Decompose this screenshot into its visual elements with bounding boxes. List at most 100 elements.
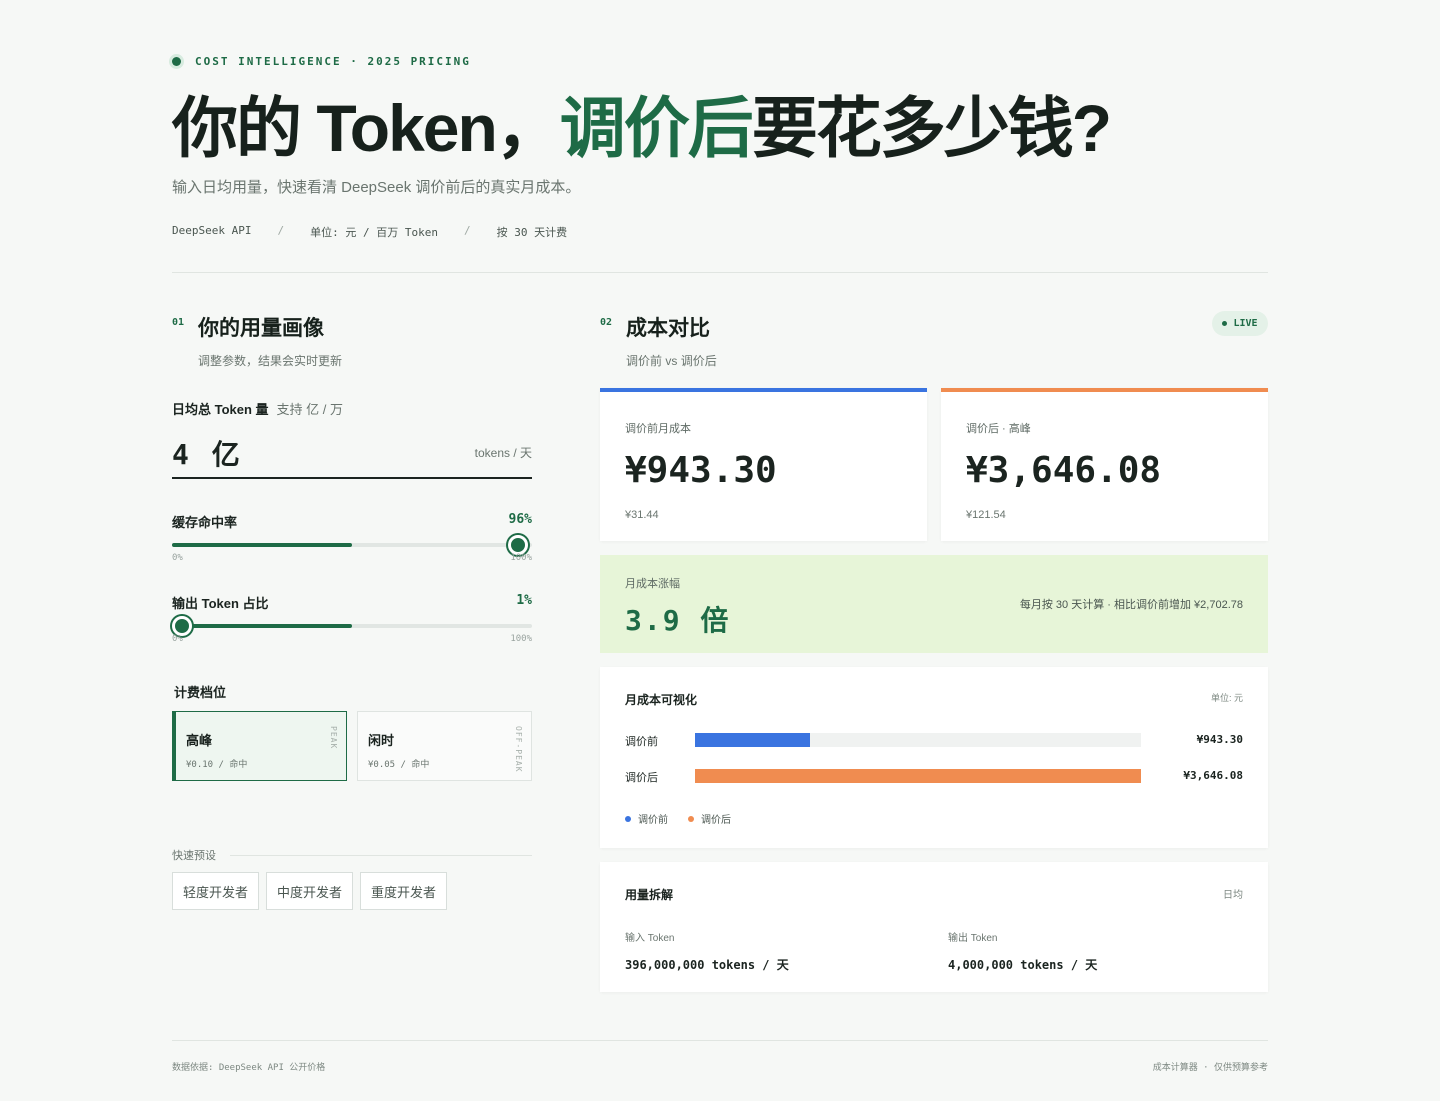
cache-hit-value: 96%: [508, 512, 532, 527]
title-part-end: 要花多少钱?: [751, 91, 1112, 165]
tier-price: ¥0.10 / 命中: [186, 760, 248, 770]
usage-output: 输出 Token 4,000,000 tokens / 天: [948, 929, 1097, 973]
preset-group: 轻度开发者 中度开发者 重度开发者: [172, 872, 448, 910]
meta-provider: DeepSeek API: [172, 224, 252, 237]
cost-after-card: 调价后 · 高峰 ¥3,646.08 ¥121.54: [941, 388, 1268, 541]
scale-min: 0%: [172, 553, 183, 563]
cache-hit-handle[interactable]: [507, 535, 528, 555]
tier-tag: PEAK: [329, 726, 338, 750]
cost-before-value: ¥943.30: [625, 450, 777, 491]
bar-value-label: ¥943.30: [1196, 733, 1243, 746]
output-ratio-scale: 0% 100%: [172, 634, 532, 644]
legend-item-after: 调价后: [688, 811, 731, 826]
section-number: 02: [600, 317, 613, 328]
chart-legend: 调价前 调价后: [625, 811, 731, 826]
daily-token-value: 4 亿: [172, 437, 243, 471]
output-ratio-fill: [172, 624, 352, 628]
cost-before-daily: ¥31.44: [625, 509, 659, 521]
page-subtitle: 输入日均用量，快速看清 DeepSeek 调价前后的真实月成本。: [172, 179, 581, 196]
tier-label: 计费档位: [174, 685, 227, 700]
cost-before-label: 调价前月成本: [625, 423, 691, 435]
tier-name: 高峰: [186, 733, 213, 748]
chart-row-before: 调价前 ¥943.30: [625, 733, 1243, 748]
bar-after: [695, 769, 1141, 783]
preset-label: 快速预设: [172, 850, 216, 862]
cache-hit-scale: 0% 100%: [172, 553, 532, 563]
usage-output-value: 4,000,000 tokens / 天: [948, 958, 1098, 972]
tier-price: ¥0.05 / 命中: [368, 760, 430, 770]
output-ratio-slider[interactable]: [172, 616, 532, 636]
daily-token-label-text: 日均总 Token 量: [172, 402, 269, 417]
meta-separator: /: [463, 224, 471, 237]
title-highlight: 调价后: [555, 88, 754, 171]
status-dot-icon: [172, 57, 181, 66]
bar-track: [695, 769, 1141, 783]
daily-token-hint: 支持 亿 / 万: [276, 402, 343, 417]
multiplier-note: 每月按 30 天计算 · 相比调价前增加 ¥2,702.78: [1019, 599, 1243, 611]
bar-label: 调价后: [625, 772, 658, 784]
tier-peak-option[interactable]: 高峰 ¥0.10 / 命中 PEAK: [172, 711, 347, 781]
live-label: LIVE: [1233, 318, 1258, 329]
live-badge: LIVE: [1212, 311, 1268, 336]
usage-input-label: 输入 Token: [625, 933, 675, 944]
scale-max: 100%: [510, 553, 532, 563]
preset-medium-button[interactable]: 中度开发者: [266, 872, 354, 910]
legend-label: 调价后: [701, 815, 731, 826]
usage-breakdown-card: 用量拆解 日均 输入 Token 396,000,000 tokens / 天 …: [600, 862, 1268, 992]
output-ratio-row: 输出 Token 占比 1%: [172, 593, 532, 612]
page: COST INTELLIGENCE · 2025 PRICING 你的 Toke…: [172, 0, 1268, 1101]
tier-tag: OFF-PEAK: [514, 726, 523, 773]
chart-title: 月成本可视化: [625, 693, 698, 707]
divider: [172, 272, 1268, 273]
output-ratio-value: 1%: [516, 593, 532, 608]
preset-header: 快速预设: [172, 847, 532, 863]
cache-hit-fill: [172, 543, 352, 547]
scale-min: 0%: [172, 634, 183, 644]
meta-unit: 单位: 元 / 百万 Token: [310, 226, 438, 239]
daily-token-label: 日均总 Token 量支持 亿 / 万: [172, 399, 343, 418]
cache-hit-slider[interactable]: [172, 535, 532, 555]
daily-token-unit: tokens / 天: [474, 446, 532, 460]
scale-max: 100%: [510, 634, 532, 644]
usage-input: 输入 Token 396,000,000 tokens / 天: [625, 929, 789, 973]
meta-separator: /: [277, 224, 285, 237]
cost-chart-card: 月成本可视化 单位: 元 调价前 ¥943.30 调价后 ¥3,646.08 调…: [600, 667, 1268, 848]
output-ratio-handle[interactable]: [172, 616, 192, 636]
tier-offpeak-option[interactable]: 闲时 ¥0.05 / 命中 OFF-PEAK: [357, 711, 532, 781]
legend-label: 调价前: [638, 815, 668, 826]
usage-input-value: 396,000,000 tokens / 天: [625, 958, 789, 972]
footer-note: 成本计算器 · 仅供预算参考: [1152, 1063, 1268, 1073]
title-part: 你的 Token，: [172, 91, 562, 165]
bar-label: 调价前: [625, 736, 658, 748]
section-title: 成本对比: [626, 317, 711, 340]
usage-unit: 日均: [1223, 890, 1243, 901]
multiplier-banner: 月成本涨幅 3.9 倍 每月按 30 天计算 · 相比调价前增加 ¥2,702.…: [600, 555, 1268, 653]
live-dot-icon: [1222, 321, 1228, 326]
usage-title: 用量拆解: [625, 888, 674, 902]
bar-before: [695, 733, 811, 747]
legend-swatch: [688, 815, 694, 822]
preset-heavy-button[interactable]: 重度开发者: [360, 872, 448, 910]
preset-light-button[interactable]: 轻度开发者: [172, 872, 260, 910]
usage-section-header: 01 你的用量画像 调整参数，结果会实时更新: [172, 312, 342, 369]
footer-divider: [172, 1040, 1268, 1041]
output-ratio-label: 输出 Token 占比: [172, 596, 269, 611]
legend-swatch: [625, 815, 631, 822]
bar-value-label: ¥3,646.08: [1183, 769, 1243, 782]
bar-track: [695, 733, 1141, 747]
tier-name: 闲时: [368, 733, 395, 748]
footer-source: 数据依据: DeepSeek API 公开价格: [172, 1063, 326, 1073]
section-title: 你的用量画像: [198, 317, 325, 340]
cache-hit-row: 缓存命中率 96%: [172, 512, 532, 531]
cost-after-value: ¥3,646.08: [966, 450, 1162, 491]
daily-token-input[interactable]: 4 亿 tokens / 天: [172, 428, 532, 479]
eyebrow-text: COST INTELLIGENCE · 2025 PRICING: [195, 55, 471, 68]
eyebrow: COST INTELLIGENCE · 2025 PRICING: [172, 55, 471, 68]
legend-item-before: 调价前: [625, 811, 668, 826]
section-number: 01: [172, 317, 185, 328]
section-subtitle: 调整参数，结果会实时更新: [198, 354, 343, 368]
meta-billing: 按 30 天计费: [496, 226, 568, 239]
chart-unit: 单位: 元: [1210, 693, 1243, 703]
cache-hit-label: 缓存命中率: [172, 515, 238, 530]
meta-bar: DeepSeek API / 单位: 元 / 百万 Token / 按 30 天…: [172, 224, 567, 240]
